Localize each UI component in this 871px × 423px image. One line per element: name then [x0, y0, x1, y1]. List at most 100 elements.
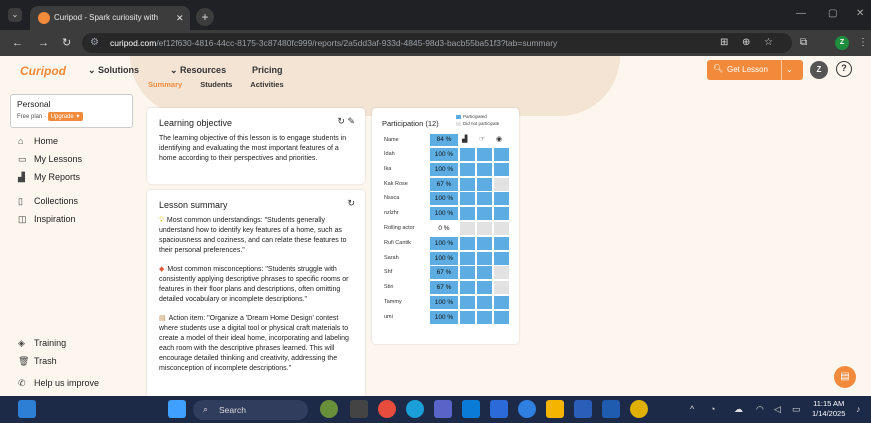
task-view-icon[interactable] — [350, 400, 368, 418]
tab-search-button[interactable]: ⌄ — [8, 8, 22, 22]
learning-objective-text: The learning objective of this lesson is… — [159, 135, 347, 162]
participant-row[interactable]: Shf 67 % — [382, 266, 512, 280]
participant-row[interactable]: Stin 67 % — [382, 281, 512, 295]
sidebar-item-training[interactable]: ◈ Training — [18, 338, 66, 349]
upgrade-button[interactable]: Upgrade ✦ — [47, 112, 84, 121]
curipod-favicon-icon — [38, 12, 50, 24]
chevron-down-icon[interactable]: ⌄ — [786, 60, 793, 80]
browser-tab[interactable]: Curipod - Spark curiosity with — [30, 6, 190, 30]
edge-browser-icon[interactable] — [406, 400, 424, 418]
tray-app-icon[interactable]: ◔ — [710, 396, 715, 423]
reload-icon[interactable]: ↻ — [62, 30, 71, 56]
browser-profile-avatar[interactable]: Z — [835, 36, 849, 50]
widgets-icon[interactable] — [18, 400, 36, 418]
sidebar-item-my-lessons[interactable]: ▭ My Lessons — [18, 154, 82, 165]
sidebar-item-trash[interactable]: 🗑︎ Trash — [18, 356, 57, 367]
participant-percentage: 100 % — [430, 162, 458, 176]
summary-misconceptions: ◆ Most common misconceptions: "Students s… — [159, 265, 353, 305]
app-icon[interactable] — [518, 400, 536, 418]
store-icon[interactable] — [574, 400, 592, 418]
plan-line: Free plan · Upgrade ✦ — [17, 112, 126, 121]
user-avatar[interactable]: Z — [810, 61, 828, 79]
taskbar-clock[interactable]: 11:15 AM 1/14/2025 — [812, 399, 845, 419]
participant-percentage: 100 % — [430, 148, 458, 161]
participant-row[interactable]: Rufi Cantik 100 % — [382, 236, 512, 250]
show-hidden-icons[interactable]: ^ — [690, 396, 694, 423]
translate-icon[interactable]: ⊞ — [720, 30, 728, 56]
tab-students[interactable]: Students — [200, 80, 232, 89]
regenerate-icon[interactable]: ↻ — [337, 116, 345, 126]
participant-row[interactable]: umi 100 % — [382, 310, 512, 324]
url-host: curipod.com — [110, 38, 157, 48]
regenerate-icon[interactable]: ↻ — [347, 198, 355, 209]
clipchamp-icon[interactable] — [490, 400, 508, 418]
photos-app-icon[interactable] — [378, 400, 396, 418]
participant-row[interactable]: Idah 100 % — [382, 148, 512, 161]
new-tab-button[interactable]: + — [196, 8, 214, 26]
taskbar-search[interactable]: Search — [193, 400, 308, 420]
participation-cell-participated — [477, 310, 492, 324]
back-icon[interactable]: ← — [12, 30, 23, 56]
file-explorer-icon[interactable] — [546, 400, 564, 418]
participant-row[interactable]: Rolling actor 0 % — [382, 222, 512, 235]
restore-icon[interactable]: ▢ — [828, 8, 837, 19]
nav-solutions[interactable]: ⌄ Solutions — [88, 65, 139, 76]
zoom-icon[interactable]: ⊕ — [742, 30, 750, 56]
volume-icon[interactable]: ◁ — [774, 396, 781, 423]
participation-cell-participated — [494, 310, 509, 324]
participant-name: Idah — [384, 151, 395, 157]
sidebar-item-home[interactable]: ⌂ Home — [18, 136, 58, 146]
curipod-logo[interactable]: Curipod — [20, 64, 66, 78]
participation-cell-participated — [460, 281, 475, 295]
participant-row[interactable]: Sarah 100 % — [382, 251, 512, 265]
tab-activities[interactable]: Activities — [250, 80, 283, 89]
copilot-icon[interactable] — [320, 400, 338, 418]
participant-name: Stin — [384, 284, 394, 291]
nav-resources[interactable]: ⌄ Resources — [170, 65, 226, 76]
notifications-bell-icon[interactable]: ♪ — [856, 396, 861, 423]
wifi-icon[interactable]: ◠ — [756, 396, 764, 423]
participation-cell-not-participated — [494, 222, 509, 235]
participant-name: Rufi Cantik — [384, 239, 411, 246]
participation-cell-participated — [494, 148, 509, 161]
outlook-icon[interactable] — [462, 400, 480, 418]
start-menu-icon[interactable] — [168, 400, 186, 418]
address-bar[interactable]: curipod.com/ef12f630-4816-44cc-8175-3c87… — [82, 33, 792, 53]
browser-menu-icon[interactable]: ⋮ — [858, 30, 868, 56]
bookmark-star-icon[interactable]: ☆ — [764, 30, 773, 56]
edit-pencil-icon[interactable]: ✎ — [347, 116, 355, 126]
lesson-search-icon: 🔍︎ — [713, 64, 724, 73]
participant-percentage: 100 % — [430, 296, 458, 309]
taskbar-search-label: Search — [219, 405, 246, 415]
summary-understandings: 💡︎ Most common understandings: "Students … — [159, 216, 353, 256]
window-close-icon[interactable]: ✕ — [856, 8, 864, 19]
site-info-icon[interactable]: ⚙ — [90, 30, 99, 56]
sidebar-item-collections[interactable]: ▯ Collections — [18, 196, 78, 207]
teams-icon[interactable] — [434, 400, 452, 418]
participant-row[interactable]: Kak Rose 67 % — [382, 177, 512, 191]
training-icon: ◈ — [18, 338, 25, 348]
sidebar-item-help-us-improve[interactable]: ✆ Help us improve — [18, 378, 99, 389]
participation-cell-participated — [477, 192, 492, 206]
word-icon[interactable] — [602, 400, 620, 418]
sidebar-item-inspiration[interactable]: ◫ Inspiration — [18, 214, 76, 225]
participant-row[interactable]: Tammy 100 % — [382, 296, 512, 309]
chrome-icon[interactable] — [630, 400, 648, 418]
chat-support-button[interactable]: ▤ — [834, 366, 856, 388]
help-icon[interactable]: ? — [836, 61, 852, 77]
battery-icon[interactable]: ▭ — [792, 396, 801, 423]
tab-close-icon[interactable]: ✕ — [176, 6, 184, 30]
participation-cell-participated — [477, 266, 492, 280]
participant-row[interactable]: Ika 100 % — [382, 162, 512, 176]
participant-row[interactable]: nzlzhr 100 % — [382, 207, 512, 221]
sidebar-item-my-reports[interactable]: ▟ My Reports — [18, 172, 80, 183]
onedrive-icon[interactable]: ☁ — [734, 396, 743, 423]
extensions-icon[interactable]: ⧉ — [800, 30, 807, 56]
tab-summary[interactable]: Summary — [148, 80, 182, 89]
participant-percentage: 100 % — [430, 192, 458, 206]
nav-pricing[interactable]: Pricing — [252, 65, 283, 75]
legend-participated-label: Participated — [463, 114, 487, 119]
forward-icon[interactable]: → — [38, 30, 49, 56]
participant-row[interactable]: Nssca 100 % — [382, 192, 512, 206]
minimize-icon[interactable]: — — [796, 8, 806, 19]
